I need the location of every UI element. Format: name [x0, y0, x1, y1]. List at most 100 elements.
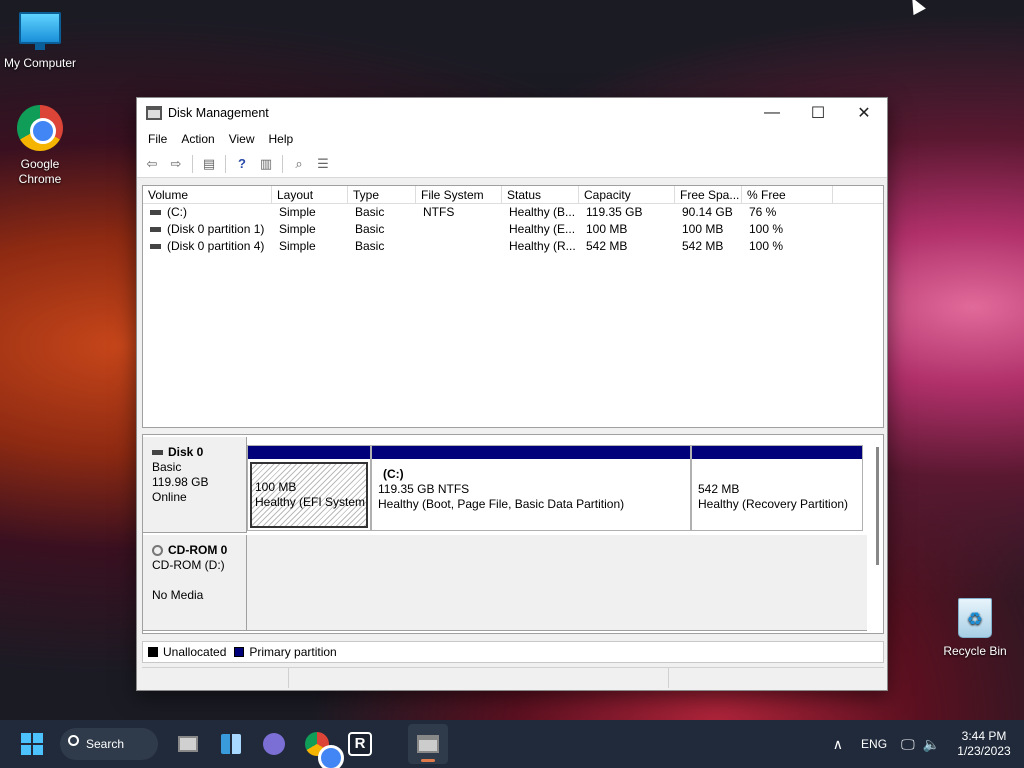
- title-bar[interactable]: Disk Management — ☐ ✕: [137, 98, 887, 128]
- maximize-button[interactable]: ☐: [795, 98, 841, 128]
- volume-list[interactable]: Volume Layout Type File System Status Ca…: [142, 185, 884, 428]
- cell-free-space: 100 MB: [682, 222, 724, 236]
- volume-icon: [150, 244, 161, 250]
- connect-icon[interactable]: ⌕: [288, 154, 310, 174]
- legend-unallocated: Unallocated: [163, 645, 227, 659]
- forward-icon[interactable]: ⇨: [165, 154, 187, 174]
- status-bar: [142, 667, 884, 688]
- chevron-up-icon[interactable]: ∧: [825, 736, 851, 753]
- disk-0-label[interactable]: Disk 0 Basic 119.98 GB Online: [143, 437, 247, 533]
- cell-capacity: 119.35 GB: [586, 205, 643, 219]
- column-header-free-space[interactable]: Free Spa...: [675, 186, 742, 203]
- list-icon[interactable]: ☰: [312, 154, 334, 174]
- desktop-icon-google-chrome[interactable]: Google Chrome: [0, 105, 80, 187]
- chrome-icon: [17, 105, 63, 151]
- cell-capacity: 542 MB: [586, 239, 628, 253]
- clock-date: 1/23/2023: [957, 744, 1011, 758]
- partition-bar: [372, 446, 690, 459]
- partition-efi[interactable]: 100 MB Healthy (EFI System Partition): [247, 445, 371, 531]
- cell-type: Basic: [355, 239, 385, 253]
- help-icon[interactable]: ?: [231, 154, 253, 174]
- partition-size: 119.35 GB NTFS: [378, 482, 470, 496]
- disk-0-type: Basic: [152, 460, 182, 474]
- cdrom-0-name: CD-ROM 0: [168, 543, 228, 557]
- cell-file-system: [416, 221, 502, 238]
- cell-percent-free: 76 %: [749, 205, 777, 219]
- cdrom-0-label[interactable]: CD-ROM 0 CD-ROM (D:) No Media: [143, 535, 247, 631]
- menu-help[interactable]: Help: [262, 132, 301, 146]
- graphical-view-scrollbar[interactable]: [876, 447, 879, 565]
- cell-layout: Simple: [279, 205, 316, 219]
- back-icon[interactable]: ⇦: [141, 154, 163, 174]
- unallocated-swatch: [148, 647, 158, 657]
- disk-management-app-icon: [146, 106, 162, 120]
- menu-file[interactable]: File: [141, 132, 174, 146]
- disk-icon: [152, 450, 163, 456]
- cell-capacity: 100 MB: [586, 222, 628, 236]
- column-header-volume[interactable]: Volume: [143, 186, 272, 203]
- mouse-cursor-icon: [906, 0, 926, 16]
- volume-name: (Disk 0 partition 1): [167, 222, 265, 236]
- legend: Unallocated Primary partition: [142, 641, 884, 663]
- desktop-icon-my-computer[interactable]: My Computer: [0, 12, 80, 70]
- cell-layout: Simple: [279, 222, 316, 236]
- table-row[interactable]: (C:) Simple Basic NTFS Healthy (B... 119…: [143, 204, 883, 221]
- toolbar-separator: [192, 154, 193, 173]
- cell-percent-free: 100 %: [749, 239, 784, 253]
- disk-graphical-view[interactable]: Disk 0 Basic 119.98 GB Online 100 MB Hea…: [142, 434, 884, 634]
- column-header-status[interactable]: Status: [502, 186, 579, 203]
- chat-button[interactable]: [254, 724, 294, 764]
- task-view-button[interactable]: [168, 724, 208, 764]
- toolbar: ⇦ ⇨ ▤ ? ▥ ⌕ ☰: [137, 150, 887, 178]
- column-header-percent-free[interactable]: % Free: [742, 186, 833, 203]
- column-header-file-system[interactable]: File System: [416, 186, 502, 203]
- cdrom-0-row: CD-ROM 0 CD-ROM (D:) No Media: [143, 535, 867, 631]
- toolbar-separator: [225, 154, 226, 173]
- taskbar-chrome-button[interactable]: [297, 724, 344, 768]
- disk-management-icon: [417, 735, 439, 753]
- desktop-icon-label: Google Chrome: [18, 157, 62, 186]
- cell-status: Healthy (B...: [509, 205, 576, 219]
- menu-view[interactable]: View: [222, 132, 262, 146]
- partition-bar: [248, 446, 370, 459]
- language-indicator[interactable]: ENG: [851, 737, 897, 751]
- cdrom-0-area[interactable]: [247, 535, 867, 631]
- volume-icon[interactable]: 🔈: [919, 736, 944, 753]
- cdrom-icon: [152, 545, 163, 557]
- widgets-icon: [221, 734, 241, 754]
- properties-icon[interactable]: ▤: [198, 154, 220, 174]
- desktop-icon-recycle-bin[interactable]: ♻ Recycle Bin: [935, 598, 1015, 658]
- show-hide-icon[interactable]: ▥: [255, 154, 277, 174]
- taskbar-search[interactable]: Search: [60, 728, 158, 760]
- volume-list-header: Volume Layout Type File System Status Ca…: [143, 186, 883, 204]
- menu-action[interactable]: Action: [174, 132, 221, 146]
- table-row[interactable]: (Disk 0 partition 4) Simple Basic Health…: [143, 238, 883, 255]
- disk-management-window[interactable]: Disk Management — ☐ ✕ File Action View H…: [136, 97, 888, 691]
- column-header-layout[interactable]: Layout: [272, 186, 348, 203]
- column-header-capacity[interactable]: Capacity: [579, 186, 675, 203]
- partition-status: Healthy (EFI System Partition): [255, 495, 366, 509]
- taskbar-r-app-button[interactable]: R: [340, 724, 380, 764]
- partition-size: 542 MB: [698, 482, 740, 496]
- column-header-type[interactable]: Type: [348, 186, 416, 203]
- windows-icon: [21, 733, 43, 755]
- close-button[interactable]: ✕: [841, 98, 887, 128]
- network-icon[interactable]: 🖵: [897, 736, 919, 753]
- search-icon: [68, 735, 79, 746]
- cdrom-0-drive: CD-ROM (D:): [152, 558, 225, 572]
- taskbar-disk-management-button[interactable]: [408, 724, 448, 764]
- partition-recovery[interactable]: 542 MB Healthy (Recovery Partition): [691, 445, 863, 531]
- disk-0-row: Disk 0 Basic 119.98 GB Online 100 MB Hea…: [143, 437, 867, 533]
- chrome-icon: [305, 732, 344, 768]
- computer-icon: [19, 12, 61, 50]
- disk-0-name: Disk 0: [168, 445, 204, 459]
- widgets-button[interactable]: [211, 724, 251, 764]
- minimize-button[interactable]: —: [749, 98, 795, 128]
- start-button[interactable]: [12, 724, 52, 764]
- cdrom-0-media: No Media: [152, 588, 204, 602]
- partition-label: (C:): [383, 467, 404, 481]
- cell-percent-free: 100 %: [749, 222, 784, 236]
- clock[interactable]: 3:44 PM 1/23/2023: [944, 729, 1024, 759]
- partition-c[interactable]: (C:) 119.35 GB NTFS Healthy (Boot, Page …: [371, 445, 691, 531]
- table-row[interactable]: (Disk 0 partition 1) Simple Basic Health…: [143, 221, 883, 238]
